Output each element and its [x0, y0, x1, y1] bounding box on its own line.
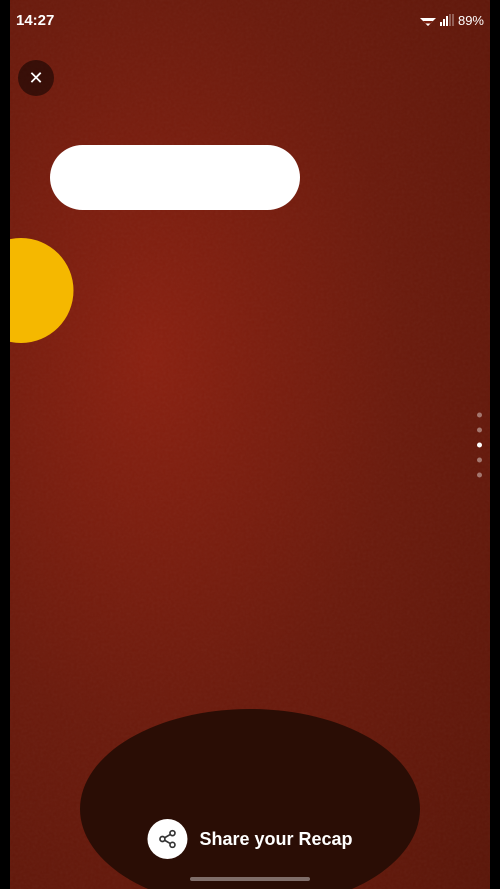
share-label: Share your Recap — [199, 829, 352, 850]
pagination-dot-2 — [477, 427, 482, 432]
pagination-dot-3 — [477, 442, 482, 447]
screen: 14:27 89% ✕ — [0, 0, 500, 889]
home-indicator — [190, 877, 310, 881]
wifi-icon — [420, 14, 436, 26]
share-area[interactable]: Share your Recap — [147, 819, 352, 859]
pagination-dot-5 — [477, 472, 482, 477]
share-icon-circle — [147, 819, 187, 859]
pagination-dot-1 — [477, 412, 482, 417]
left-frame — [0, 0, 10, 889]
pagination-dot-4 — [477, 457, 482, 462]
white-pill-decoration — [50, 145, 300, 210]
share-icon — [157, 829, 177, 849]
signal-icon — [440, 14, 454, 26]
status-time: 14:27 — [16, 12, 54, 29]
right-frame — [490, 0, 500, 889]
close-icon: ✕ — [28, 69, 43, 87]
battery-status: 89% — [458, 13, 484, 28]
pagination-dots — [477, 412, 482, 477]
status-icons: 89% — [420, 13, 484, 28]
close-button[interactable]: ✕ — [18, 60, 54, 96]
status-bar: 14:27 89% — [0, 0, 500, 40]
